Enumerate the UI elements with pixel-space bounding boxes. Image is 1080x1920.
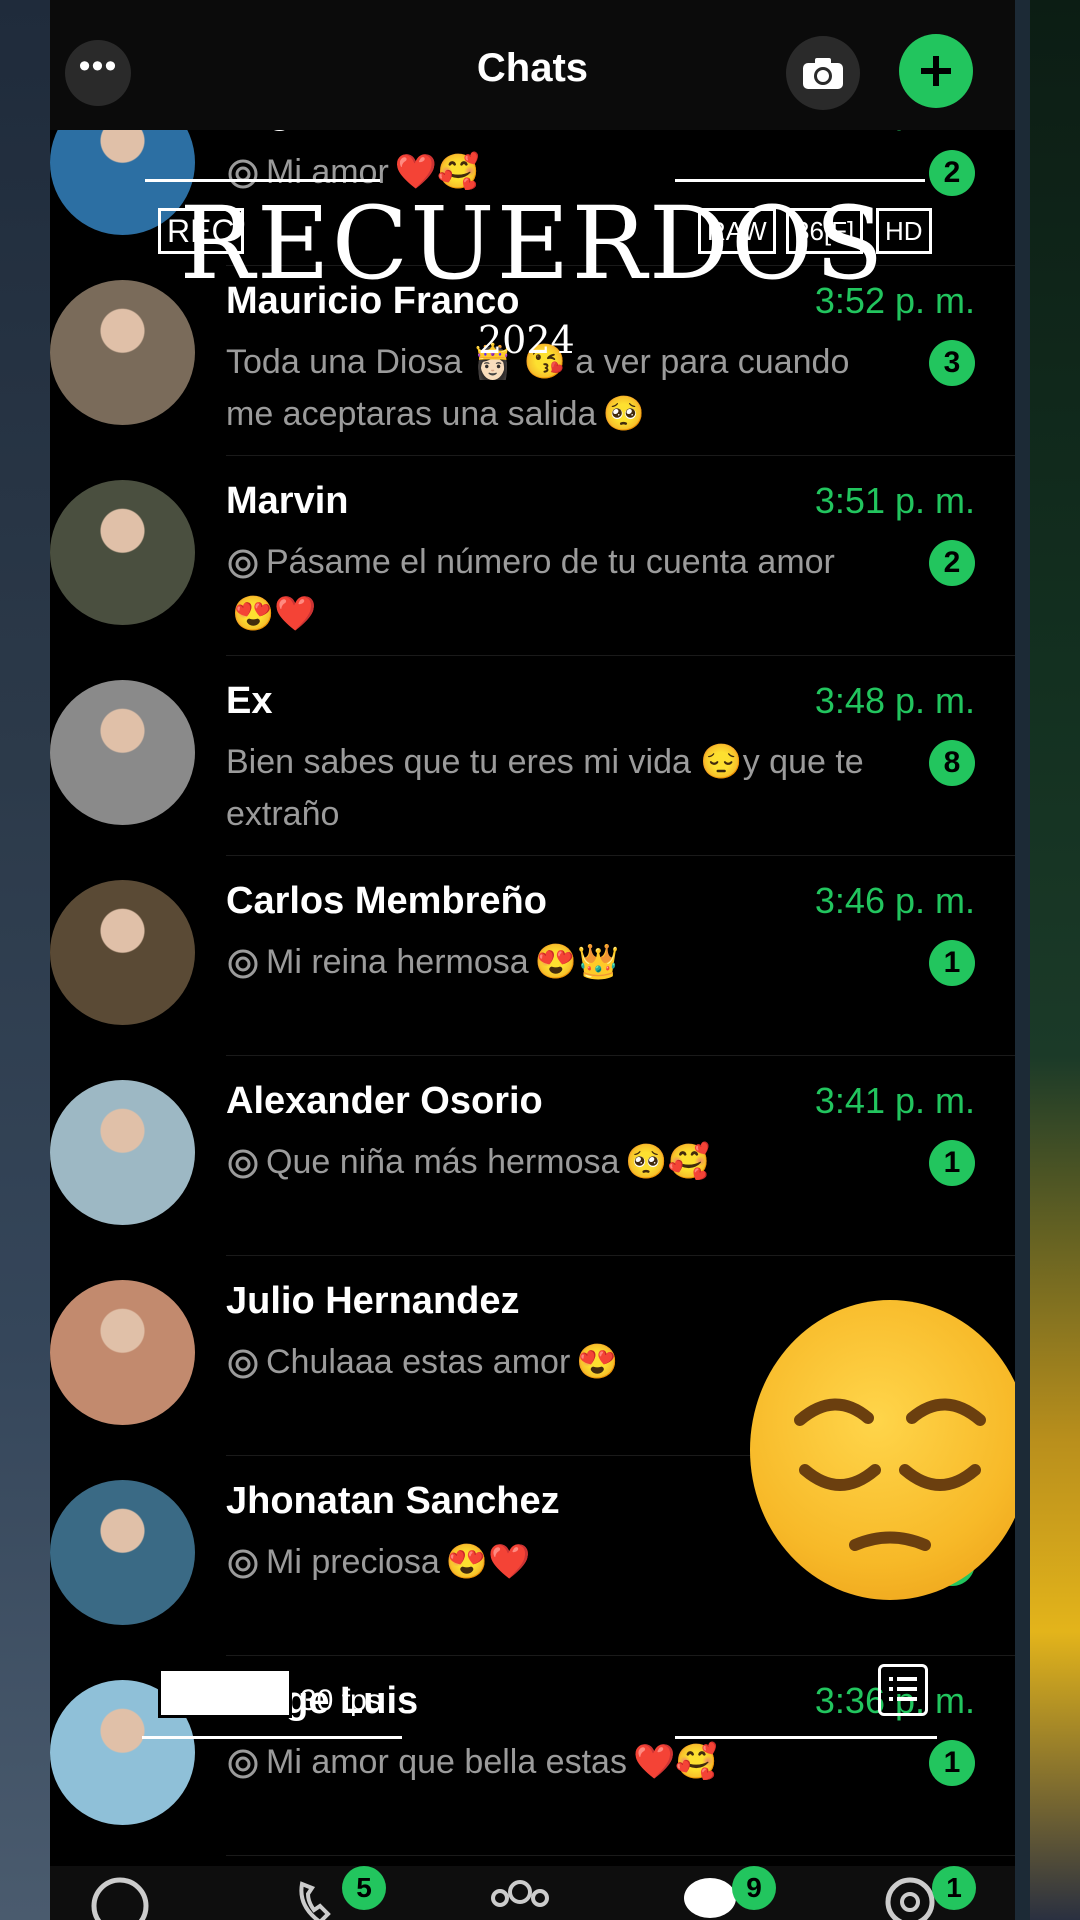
tab-chats[interactable]: 9: [670, 1866, 776, 1920]
chat-preview: Mi amor que bella estas ❤️🥰: [226, 1736, 876, 1788]
chat-row[interactable]: Ex 3:48 p. m. Bien sabes que tu eres mi vi…: [50, 650, 1015, 856]
avatar[interactable]: [50, 480, 195, 625]
chat-preview-emoji: 😍👑: [534, 943, 620, 981]
chat-preview-emoji: ❤️🥰: [632, 1743, 718, 1781]
tab-badge: 1: [932, 1866, 976, 1910]
background-blur-left: [0, 0, 50, 1920]
overlay-line: [142, 1736, 402, 1739]
avatar[interactable]: [50, 1080, 195, 1225]
communities-icon: [491, 1880, 549, 1907]
read-status-icon: [228, 1149, 258, 1179]
chat-preview-emoji: 😍: [576, 1343, 619, 1381]
camera-button[interactable]: [786, 36, 860, 110]
chat-time: 3:41 p. m.: [814, 1080, 975, 1121]
background-blur-right: [1030, 0, 1080, 1920]
unread-badge: 3: [929, 340, 975, 386]
tab-communities[interactable]: [480, 1866, 560, 1920]
read-status-icon: [228, 949, 258, 979]
chat-name: Jhonatan Sanchez: [226, 1480, 560, 1522]
chat-row[interactable]: Alexander Osorio 3:41 p. m. Que niña más h…: [50, 1050, 1015, 1256]
chat-time: 3:48 p. m.: [814, 680, 975, 721]
avatar[interactable]: [50, 1280, 195, 1425]
plus-icon: [921, 56, 951, 86]
tab-badge: 5: [342, 1866, 386, 1910]
chat-preview-emoji: 🥺🥰: [625, 1143, 711, 1181]
chat-row[interactable]: Carlos Membreño 3:46 p. m. Mi reina hermos…: [50, 850, 1015, 1056]
new-chat-button[interactable]: [899, 34, 973, 108]
chat-time: 3:46 p. m.: [814, 880, 975, 921]
tab-status[interactable]: [80, 1866, 160, 1920]
unread-badge: 2: [929, 540, 975, 586]
overlay-headline: RECUERDOS: [179, 185, 886, 302]
page-title: Chats: [476, 46, 589, 90]
pensive-face-emoji: [750, 1300, 1015, 1600]
read-status-icon: [228, 1549, 258, 1579]
chat-preview-emoji: 😍❤️: [232, 595, 317, 633]
chat-preview-text: Chulaaa estas amor: [266, 1343, 571, 1381]
camera-icon: [803, 58, 843, 89]
avatar[interactable]: [50, 1480, 195, 1625]
unread-badge: 8: [929, 740, 975, 786]
unread-badge: 1: [929, 940, 975, 986]
chat-preview-text: Mi reina hermosa: [266, 943, 529, 981]
list-icon: [878, 1664, 928, 1716]
chat-preview: Pásame el número de tu cuenta amor 😍❤️: [226, 536, 876, 640]
chat-preview-text: Mi preciosa: [266, 1543, 440, 1581]
fps-indicator-bar: [158, 1668, 292, 1718]
overlay-date: 2024: [478, 318, 575, 362]
chat-preview-text: Pásame el número de tu cuenta amor: [266, 543, 835, 581]
chat-preview-text: Bien sabes que tu eres mi vida 😔y que te…: [226, 743, 864, 833]
fps-label: 30 fps: [300, 1684, 382, 1717]
bottom-tab-bar: 5 9 1: [50, 1866, 1015, 1920]
chat-preview-text: Que niña más hermosa: [266, 1143, 620, 1181]
chat-preview-emoji: 😍❤️: [445, 1543, 531, 1581]
phone-screen: Miguel3:52 p. m.Mi amor❤️🥰2Mauricio Fran…: [50, 0, 1015, 1920]
read-status-icon: [228, 549, 258, 579]
status-icon: [91, 1877, 149, 1920]
chat-preview: Bien sabes que tu eres mi vida 😔y que te…: [226, 736, 876, 840]
chat-name: Alexander Osorio: [226, 1080, 543, 1122]
unread-badge: 1: [929, 1140, 975, 1186]
chat-time: 3:51 p. m.: [814, 480, 975, 521]
unread-badge: 1: [929, 1740, 975, 1786]
overlay-line: [675, 179, 925, 182]
chat-name: Carlos Membreño: [226, 880, 547, 922]
read-status-icon: [228, 1349, 258, 1379]
row-divider: [226, 1855, 1015, 1856]
chat-name: Marvin: [226, 480, 349, 522]
chat-preview-text: Mi amor que bella estas: [266, 1743, 627, 1781]
read-status-icon: [228, 1749, 258, 1779]
overlay-line: [145, 179, 380, 182]
overlay-line: [675, 1736, 937, 1739]
chat-preview: Que niña más hermosa 🥺🥰: [226, 1136, 876, 1188]
chat-preview-emoji: 🥺: [602, 395, 645, 433]
chat-name: Julio Hernandez: [226, 1280, 520, 1322]
avatar[interactable]: [50, 880, 195, 1025]
tab-badge: 9: [732, 1866, 776, 1910]
avatar[interactable]: [50, 680, 195, 825]
chat-name: Ex: [226, 680, 273, 722]
tab-calls[interactable]: 5: [280, 1866, 386, 1920]
chat-row[interactable]: Marvin 3:51 p. m. Pásame el número de tu c…: [50, 450, 1015, 656]
chat-preview: Mi reina hermosa 😍👑: [226, 936, 876, 988]
tab-settings[interactable]: 1: [870, 1866, 976, 1920]
top-bar: ••• Chats: [50, 0, 1015, 130]
